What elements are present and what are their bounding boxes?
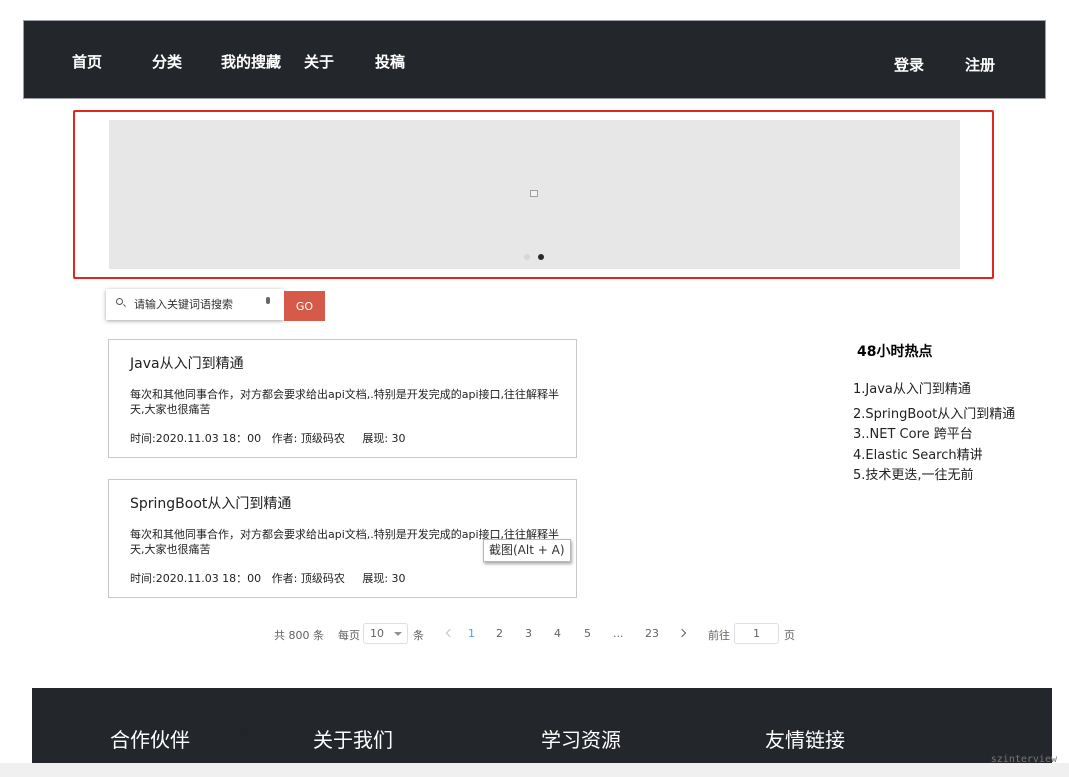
chevron-right-icon[interactable] [677,628,687,638]
article-title[interactable]: Java从入门到精通 [130,353,244,373]
page-number-1[interactable]: 1 [468,627,475,640]
top-navbar: 首页 分类 我的搜藏 关于 投稿 登录 注册 [23,20,1046,99]
hot-topic-item[interactable]: 5.技术更迭,一往无前 [853,464,974,483]
page-ellipsis[interactable]: ... [613,627,624,640]
banner-carousel[interactable] [109,120,960,269]
article-summary: 每次和其他同事合作，对方都会要求给出api文档,.特别是开发完成的api接口,往… [130,388,560,416]
page-number-5[interactable]: 5 [584,627,591,640]
nav-item-about[interactable]: 关于 [304,51,334,72]
nav-item-categories[interactable]: 分类 [152,51,182,72]
article-title[interactable]: SpringBoot从入门到精通 [130,493,291,513]
nav-item-submit[interactable]: 投稿 [375,51,405,72]
pagination-goto-label: 前往 [708,629,730,642]
page-size-value: 10 [370,627,384,640]
watermark: szinterview [990,754,1057,765]
footer-small-text: 我 [239,728,249,738]
carousel-indicator-2[interactable] [538,254,544,260]
hot-topics-title: 48小时热点 [857,344,933,360]
screenshot-tooltip: 截图(Alt + A) [483,539,571,562]
pagination-per-page-label: 每页 [338,629,360,642]
page-number-3[interactable]: 3 [525,627,532,640]
footer-heading-links: 友情链接 [765,728,845,752]
search-icon [116,298,123,305]
article-meta: 时间:2020.11.03 18：00 作者: 顶级码农 展现: 30 [130,572,406,585]
hot-topic-item[interactable]: 2.SpringBoot从入门到精通 [853,403,1015,422]
page-jump-input[interactable] [734,623,779,644]
hot-topic-item[interactable]: 4.Elastic Search精讲 [853,444,983,463]
page-number-2[interactable]: 2 [496,627,503,640]
nav-item-favorites[interactable]: 我的搜藏 [221,51,281,72]
register-link[interactable]: 注册 [965,54,995,75]
search-input[interactable] [134,295,254,313]
pagination-total: 共 800 条 [274,629,324,642]
footer-heading-resources: 学习资源 [541,728,621,752]
chevron-down-icon [394,632,402,636]
search-box [106,289,284,320]
search-go-button[interactable]: GO [284,291,325,321]
footer-heading-about: 关于我们 [313,728,393,752]
page-size-select[interactable]: 10 [363,623,408,644]
nav-item-home[interactable]: 首页 [72,51,102,72]
hot-topic-item[interactable]: 1.Java从入门到精通 [853,378,971,397]
chevron-left-icon[interactable] [445,628,455,638]
pagination-per-page-unit: 条 [413,629,424,642]
article-meta: 时间:2020.11.03 18：00 作者: 顶级码农 展现: 30 [130,432,406,445]
pagination-goto-unit: 页 [784,629,795,642]
bottom-strip [0,763,1069,777]
carousel-indicator-1[interactable] [524,254,530,260]
footer-heading-partners: 合作伙伴 [110,728,190,752]
hot-topic-item[interactable]: 3..NET Core 跨平台 [853,423,973,442]
broken-image-icon [530,190,538,197]
page-number-4[interactable]: 4 [554,627,561,640]
microphone-icon[interactable] [266,297,270,304]
article-card-1[interactable]: Java从入门到精通 每次和其他同事合作，对方都会要求给出api文档,.特别是开… [108,339,577,458]
login-link[interactable]: 登录 [894,54,924,75]
page-number-23[interactable]: 23 [645,627,659,640]
